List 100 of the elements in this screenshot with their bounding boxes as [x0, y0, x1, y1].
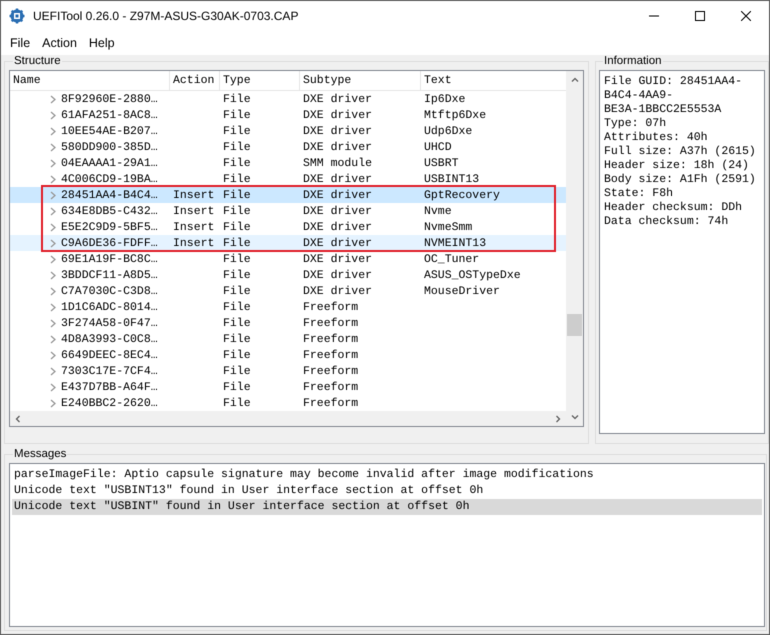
table-cell: Insert — [173, 220, 214, 234]
table-cell: File — [223, 156, 251, 170]
table-cell: File — [223, 300, 251, 314]
table-cell: File — [223, 124, 251, 138]
table-cell: Insert — [173, 188, 214, 202]
info-line: Header checksum: DDh — [604, 201, 744, 215]
table-cell: File — [223, 188, 251, 202]
scroll-down-icon[interactable] — [570, 413, 578, 421]
message-line[interactable]: parseImageFile: Aptio capsule signature may become invalid after image modifications — [12, 467, 762, 483]
table-cell: 1D1C6ADC-8014… — [61, 300, 158, 314]
table-cell: 3F274A58-0F47… — [61, 316, 158, 330]
tree-row[interactable]: C9A6DE36-FDFF… Insert File DXE driver NVMEINT13 — [10, 235, 566, 251]
table-cell: 7303C17E-7CF4… — [61, 364, 158, 378]
tree-row[interactable]: 8F92960E-2880… File DXE driver Ip6Dxe — [10, 91, 566, 107]
menu-item[interactable]: File — [4, 36, 36, 50]
table-cell: 69E1A19F-BC8C… — [61, 252, 158, 266]
table-cell: File — [223, 220, 251, 234]
menu-item[interactable]: Help — [82, 36, 121, 50]
table-cell: 10EE54AE-B207… — [61, 124, 158, 138]
panel-title: Information — [603, 55, 663, 67]
tree-row[interactable]: 4C006CD9-19BA… File DXE driver USBINT13 — [10, 171, 566, 187]
panel-title: Structure — [13, 55, 62, 67]
table-cell: Freeform — [303, 380, 358, 394]
column-header[interactable]: Text — [421, 71, 566, 90]
table-cell: 634E8DB5-C432… — [61, 204, 158, 218]
info-line: Data checksum: 74h — [604, 215, 730, 229]
table-cell: Insert — [173, 204, 214, 218]
scrollbar-thumb[interactable] — [567, 314, 582, 336]
info-line: Attributes: 40h — [604, 131, 709, 145]
table-cell: NvmeSmm — [424, 220, 472, 234]
table-cell: GptRecovery — [424, 188, 500, 202]
table-cell: DXE driver — [303, 124, 372, 138]
close-icon[interactable] — [741, 11, 751, 21]
info-line: State: F8h — [604, 187, 674, 201]
scroll-up-icon[interactable] — [570, 76, 578, 84]
table-cell: 04EAAAA1-29A1… — [61, 156, 158, 170]
table-cell: 4C006CD9-19BA… — [61, 172, 158, 186]
table-cell: File — [223, 268, 251, 282]
table-cell: File — [223, 396, 251, 410]
tree-row[interactable]: 7303C17E-7CF4… File Freeform — [10, 363, 566, 379]
table-cell: DXE driver — [303, 108, 372, 122]
column-header[interactable]: Name — [10, 71, 170, 90]
horizontal-scrollbar[interactable] — [10, 411, 566, 426]
tree-row[interactable]: 634E8DB5-C432… Insert File DXE driver Nvme — [10, 203, 566, 219]
tree-row[interactable]: 3BDDCF11-A8D5… File DXE driver ASUS_OSTypeDxe — [10, 267, 566, 283]
message-line[interactable]: Unicode text "USBINT13" found in User interface section at offset 0h — [12, 483, 762, 499]
table-cell: 28451AA4-B4C4… — [61, 188, 158, 202]
tree-row[interactable]: C7A7030C-C3D8… File DXE driver MouseDriver — [10, 283, 566, 299]
table-cell: DXE driver — [303, 140, 372, 154]
maximize-icon[interactable] — [695, 11, 705, 21]
table-cell: DXE driver — [303, 268, 372, 282]
table-cell: OC_Tuner — [424, 252, 480, 266]
table-cell: DXE driver — [303, 236, 372, 250]
scroll-right-icon[interactable] — [554, 414, 562, 422]
tree-row[interactable]: 61AFA251-8AC8… File DXE driver Mtftp6Dxe — [10, 107, 566, 123]
table-cell: MouseDriver — [424, 284, 500, 298]
table-cell: File — [223, 236, 251, 250]
tree-row[interactable]: E5E2C9D9-5BF5… Insert File DXE driver NvmeSmm — [10, 219, 566, 235]
tree-row[interactable]: 1D1C6ADC-8014… File Freeform — [10, 299, 566, 315]
table-cell: C9A6DE36-FDFF… — [61, 236, 158, 250]
table-cell: DXE driver — [303, 284, 372, 298]
table-cell: 61AFA251-8AC8… — [61, 108, 158, 122]
tree-row[interactable]: E240BBC2-2620… File Freeform — [10, 395, 566, 411]
table-cell: Freeform — [303, 300, 358, 314]
info-line: Body size: A1Fh (2591) — [604, 173, 757, 187]
scroll-left-icon[interactable] — [14, 414, 22, 422]
table-cell: E437D7BB-A64F… — [61, 380, 158, 394]
table-cell: USBRT — [424, 156, 459, 170]
table-cell: File — [223, 316, 251, 330]
tree-row[interactable]: 3F274A58-0F47… File Freeform — [10, 315, 566, 331]
column-header[interactable]: Type — [220, 71, 300, 90]
table-cell: NVMEINT13 — [424, 236, 486, 250]
table-cell: File — [223, 348, 251, 362]
tree-row[interactable]: 04EAAAA1-29A1… File SMM module USBRT — [10, 155, 566, 171]
table-cell: File — [223, 380, 251, 394]
info-line: BE3A-1BBCC2E5553A — [604, 103, 722, 117]
panel-title: Messages — [13, 448, 68, 460]
menu-item[interactable]: Action — [36, 36, 83, 50]
table-cell: Freeform — [303, 348, 358, 362]
table-cell: Nvme — [424, 204, 452, 218]
info-line: B4C4-4AA9- — [604, 89, 674, 103]
table-cell: 580DD900-385D… — [61, 140, 158, 154]
column-header[interactable]: Action — [170, 71, 220, 90]
tree-row[interactable]: 4D8A3993-C0C8… File Freeform — [10, 331, 566, 347]
table-cell: Udp6Dxe — [424, 124, 472, 138]
column-header[interactable]: Subtype — [300, 71, 421, 90]
tree-row[interactable]: E437D7BB-A64F… File Freeform — [10, 379, 566, 395]
tree-row[interactable]: 10EE54AE-B207… File DXE driver Udp6Dxe — [10, 123, 566, 139]
table-cell: File — [223, 204, 251, 218]
tree-row[interactable]: 69E1A19F-BC8C… File DXE driver OC_Tuner — [10, 251, 566, 267]
tree-row[interactable]: 580DD900-385D… File DXE driver UHCD — [10, 139, 566, 155]
info-line: File GUID: 28451AA4- — [604, 75, 744, 89]
table-cell: Insert — [173, 236, 214, 250]
table-cell: 6649DEEC-8EC4… — [61, 348, 158, 362]
vertical-scrollbar[interactable] — [566, 71, 583, 426]
tree-row[interactable]: 6649DEEC-8EC4… File Freeform — [10, 347, 566, 363]
table-cell: E240BBC2-2620… — [61, 396, 158, 410]
table-cell: UHCD — [424, 140, 452, 154]
table-cell: Mtftp6Dxe — [424, 108, 486, 122]
tree-row[interactable]: 28451AA4-B4C4… Insert File DXE driver GptRecovery — [10, 187, 566, 203]
